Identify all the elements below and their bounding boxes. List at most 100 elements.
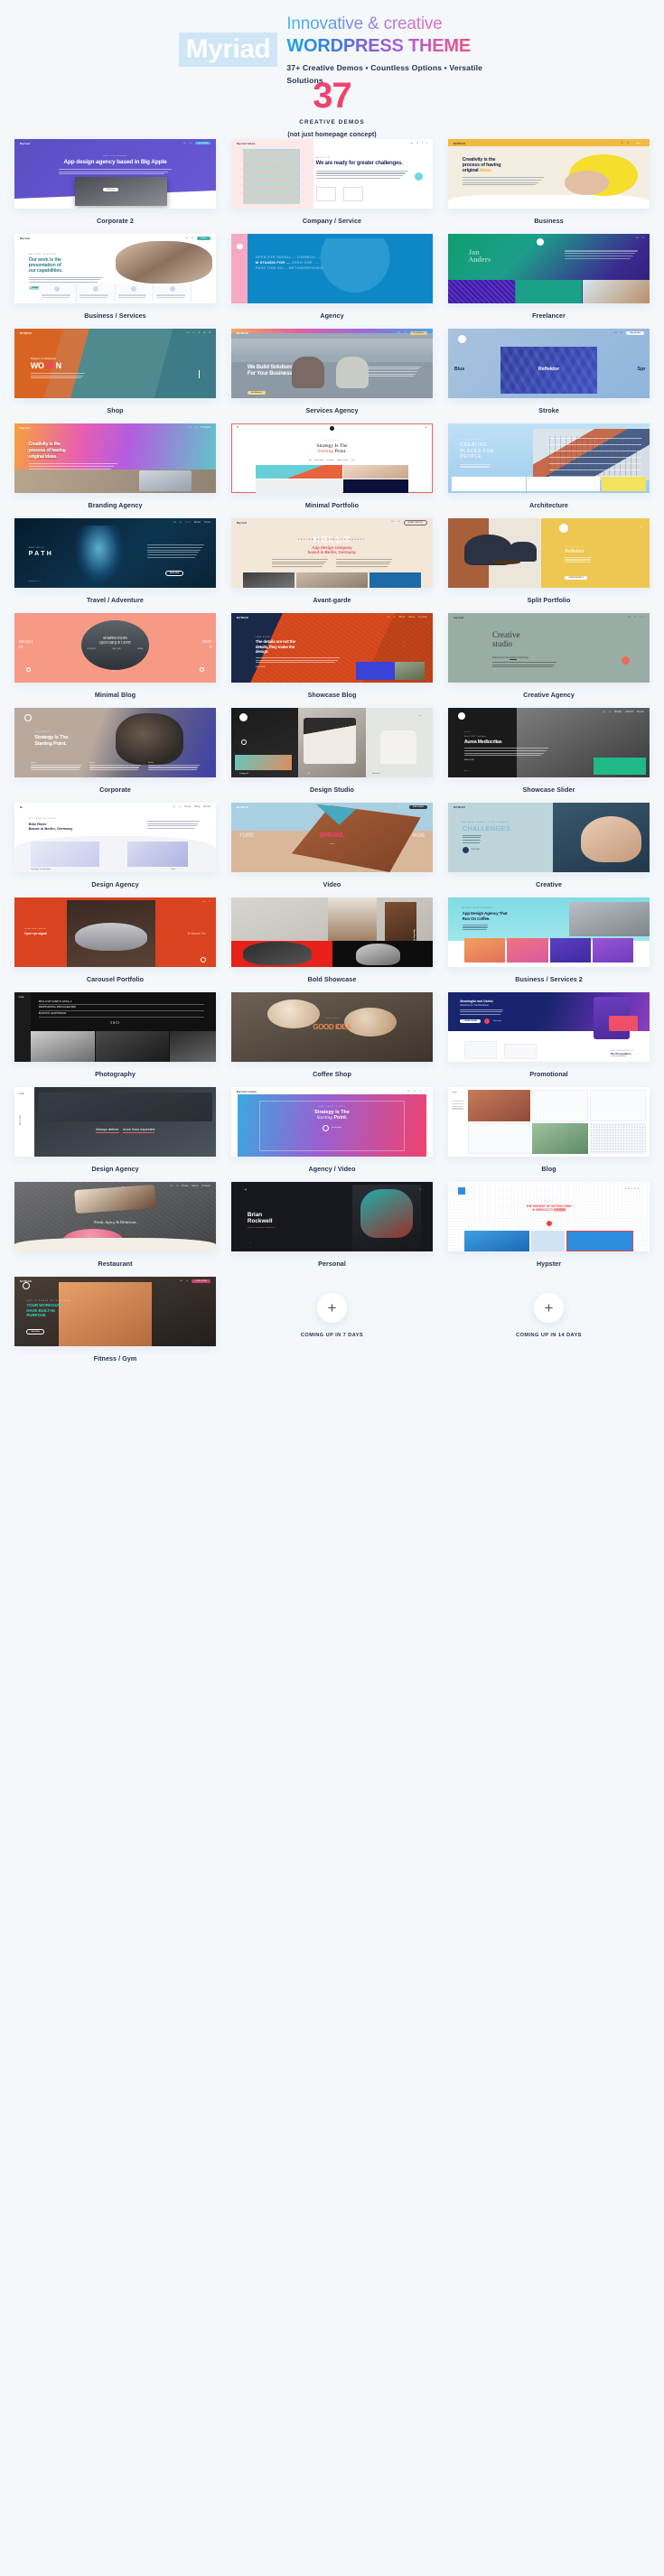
demo-thumbnail[interactable]: ••• •• Blog About Tours WHAT WE DO PATH EXPL… (14, 518, 216, 588)
demo-card[interactable]: MYRIAD ••• •• Purchase We Build Solutions Fo… (231, 321, 433, 415)
demo-thumbnail[interactable]: Meaningful and Useful Solutions for Your… (448, 992, 650, 1062)
demo-card[interactable]: Myriad ••• •• Get Now BEST EXPERIENCE App d… (14, 131, 216, 226)
demo-label: Agency / Video (308, 1165, 356, 1173)
demo-card[interactable]: MYRIAD ••• •• Work About Contact CASE STUDY T… (231, 605, 433, 700)
demo-label: Business (534, 217, 564, 225)
demo-card[interactable]: ••• •• f in FOR YOUR HOME CREATING PLACES FO… (448, 415, 650, 510)
demo-preview: Open Eye Signal (231, 897, 433, 967)
demo-card[interactable]: Coffee is always a GOOD IDEA Coffee Shop (231, 984, 433, 1079)
demo-thumbnail[interactable]: OPEN EYE SIGNAL.... CARIBOU .... M STAND… (231, 234, 433, 303)
demo-card[interactable]: ••• Category 01 02 Interior 03 Design Stu… (231, 700, 433, 795)
demo-card[interactable]: ••• •• Jon Anders Freelancer (448, 226, 650, 321)
demo-thumbnail[interactable]: M ••• •• Home Blog Works FOR CREATIVE PEOPLE … (14, 803, 216, 872)
demo-card[interactable]: MYRIAD SCROLL DOWN Always deliver more t… (14, 1079, 216, 1174)
demo-thumbnail[interactable]: WE ARE CREATIVE AGENCY App Design Agency… (448, 897, 650, 967)
demo-thumbnail[interactable]: MYRIAD ••• •• JOIN NOW GET IN SHAPE WITH MY… (14, 1277, 216, 1346)
demo-card[interactable]: ••• •• PROJECT NO.01 / PORTFOLIO Open eye… (14, 889, 216, 984)
demo-thumbnail[interactable]: Coffee is always a GOOD IDEA (231, 992, 433, 1062)
demo-preview: Myriad studio ••• •• 🛒 ≡ OUR CASE STUDY Stra… (231, 1087, 433, 1157)
demo-label: Travel / Adventure (87, 596, 144, 604)
demo-thumbnail[interactable]: ••• •• WORK ABOUT BLOG NEWS March 22, 2018 T… (448, 708, 650, 777)
demo-thumbnail[interactable]: Myriad ••• •• WHAT WE DO HELLO DESIGN AND S… (231, 518, 433, 588)
demo-preview: MYRIAD ••• •• WE ARE READY FOR CREATE CHAL… (448, 803, 650, 872)
demo-thumbnail[interactable]: ••• •• Say Hello Blue Reflektor Spr (448, 329, 650, 398)
demo-card[interactable]: ••• •• Say Hello Blue Reflektor Spr Stroke (448, 321, 650, 415)
demo-thumbnail[interactable]: F A C E B ABOUT THE HIGHEST OF DISTINCTI… (448, 1182, 650, 1251)
demo-card[interactable]: MYRIAD ••• •• WE ARE READY FOR CREATE CHAL… (448, 795, 650, 889)
demo-thumbnail[interactable]: MYRIAD HELLO MY NAME IS ANNA, A PROFESSI… (14, 992, 216, 1062)
demo-thumbnail[interactable]: myriad (448, 1087, 650, 1157)
demo-thumbnail[interactable]: ••• •• f in FOR YOUR HOME CREATING PLACES FO… (448, 423, 650, 493)
demo-card[interactable]: WE ARE CREATIVE AGENCY App Design Agency… (448, 889, 650, 984)
demo-preview: F A C E B ABOUT THE HIGHEST OF DISTINCTI… (448, 1182, 650, 1251)
demo-label: Branding Agency (88, 501, 143, 509)
demo-preview: MYRIAD HELLO MY NAME IS ANNA, A PROFESSI… (14, 992, 216, 1062)
demo-card[interactable]: MYRIAD ••• •• Buy Creativity is the process … (448, 131, 650, 226)
demo-label: Agency (320, 312, 344, 320)
demo-preview: ••• Category 01 02 Interior 03 (231, 708, 433, 777)
demo-preview: Meaningful and Useful Solutions for Your… (448, 992, 650, 1062)
coming-soon-cell[interactable]: + COMING UP IN 14 DAYS (448, 1269, 650, 1363)
demo-card[interactable]: MYRIAD ••• •• A Q 0 Elegance is elimination W… (14, 321, 216, 415)
demo-label: Freelancer (532, 312, 566, 320)
demo-card[interactable]: SEMPER INOPS QUICUMQUE CUPIT PORTFOLIO MAY… (14, 605, 216, 700)
demo-thumbnail[interactable]: MYRIAD ••• •• Purchase We Build Solutions Fo… (231, 329, 433, 398)
demo-card[interactable]: MYRIAD HELLO MY NAME IS ANNA, A PROFESSI… (14, 984, 216, 1079)
headline-line1: Innovative & creative (286, 14, 485, 34)
demo-thumbnail[interactable]: MYRIAD ••• •• EXPLORE TURE HOB SPRAWL VIDEO (231, 803, 433, 872)
demo-card[interactable]: ••• •• WORK ABOUT BLOG NEWS March 22, 2018 T… (448, 700, 650, 795)
demo-thumbnail[interactable]: Myriad ••• •• ☰ MENU Creativity is the proce… (14, 423, 216, 493)
add-demo-plus-icon[interactable]: + (534, 1293, 564, 1323)
demo-card[interactable]: OUR AGENCY Strategy Is The Starting Point… (14, 700, 216, 795)
demo-preview: ••• •• Say Hello Blue Reflektor Spr (448, 329, 650, 398)
demo-card[interactable]: Myriad studio ••• •• 🛒 ≡ OUR CASE STUDY Stra… (231, 1079, 433, 1174)
demo-thumbnail[interactable]: myriad ••• •• • • • Creative studio Experien… (448, 613, 650, 683)
counter-note: (not just homepage concept) (287, 132, 377, 138)
add-demo-plus-icon[interactable]: + (317, 1293, 347, 1323)
demo-preview: MYRIAD ••• •• Purchase We Build Solutions Fo… (231, 329, 433, 398)
demo-label: Minimal Blog (94, 691, 136, 699)
demo-label: Creative Agency (523, 691, 575, 699)
demo-card[interactable]: Meaningful and Useful Solutions for Your… (448, 984, 650, 1079)
demo-card[interactable]: MYRIAD ••• •• JOIN NOW GET IN SHAPE WITH MY… (14, 1269, 216, 1363)
demo-thumbnail[interactable]: SEMPER INOPS QUICUMQUE CUPIT PORTFOLIO MAY… (14, 613, 216, 683)
demo-label: Restaurant (98, 1260, 133, 1268)
demo-card[interactable]: MYRIAD ••• •• EXPLORE TURE HOB SPRAWL VIDEO… (231, 795, 433, 889)
demo-card[interactable]: Myriad Ideas ••• •• f t ABOUT US We are read… (231, 131, 433, 226)
demo-thumbnail[interactable]: Myriad ••• •• Get Now BEST EXPERIENCE App d… (14, 139, 216, 209)
demo-thumbnail[interactable]: ••• Category 01 02 Interior 03 (231, 708, 433, 777)
demo-thumbnail[interactable]: ••• •• PROJECT NO.01 / PORTFOLIO Open eye… (14, 897, 216, 967)
demo-thumbnail[interactable]: Myriad studio ••• •• 🛒 ≡ OUR CASE STUDY Stra… (231, 1087, 433, 1157)
demo-card[interactable]: ⌐ ▤ ≡ Brian Rockwell freelance web design… (231, 1174, 433, 1269)
demo-card[interactable]: myriad ••• •• • • • Creative studio Experien… (448, 605, 650, 700)
demo-thumbnail[interactable]: Open Eye Signal (231, 897, 433, 967)
demo-thumbnail[interactable]: MYRIAD ••• •• Buy Creativity is the process … (448, 139, 650, 209)
demo-thumbnail[interactable]: ••• •• Jon Anders (448, 234, 650, 303)
demo-card[interactable]: F A C E B ABOUT THE HIGHEST OF DISTINCTI… (448, 1174, 650, 1269)
demo-card[interactable]: M ••• •• Home Blog Works FOR CREATIVE PEOPLE … (14, 795, 216, 889)
demo-card[interactable]: Open Eye Signal Bold Showcase (231, 889, 433, 984)
demo-label: Company / Service (302, 217, 362, 225)
demo-thumbnail[interactable]: ⌐ ▤ ≡ Brian Rockwell freelance web design… (231, 1182, 433, 1251)
demo-thumbnail[interactable]: MYRIAD SCROLL DOWN Always deliver more t… (14, 1087, 216, 1157)
demo-thumbnail[interactable]: Myriad Ideas ••• •• f t ABOUT US We are read… (231, 139, 433, 209)
demo-card[interactable]: Myriad ••• •• ☰ MENU Creativity is the proce… (14, 415, 216, 510)
demo-thumbnail[interactable]: Myriad ••• •• Learn WELCOME TO MYRIAD Our w… (14, 234, 216, 303)
demo-thumbnail[interactable]: MYRIAD ••• •• A Q 0 Elegance is elimination W… (14, 329, 216, 398)
demo-card[interactable]: myriad Blog (448, 1079, 650, 1174)
demo-card[interactable]: Myriad ••• •• Learn WELCOME TO MYRIAD Our w… (14, 226, 216, 321)
demo-thumbnail[interactable]: OUR AGENCY Strategy Is The Starting Point… (14, 708, 216, 777)
demo-thumbnail[interactable]: × PROJECT NO.001 Reflektor VIEW PROJECT (448, 518, 650, 588)
demo-card[interactable]: ••• •• Blog About Tours WHAT WE DO PATH EXPL… (14, 510, 216, 605)
demo-card[interactable]: × PROJECT NO.001 Reflektor VIEW PROJECT S… (448, 510, 650, 605)
demo-card[interactable]: ☰ ••• PORTFOLIO Strategy Is The Starting P… (231, 415, 433, 510)
demo-card[interactable]: OPEN EYE SIGNAL.... CARIBOU .... M STAND… (231, 226, 433, 321)
demo-card[interactable]: ••• •• Home Menu Contact Fresh, Spicy & Deli… (14, 1174, 216, 1269)
demo-card[interactable]: Myriad ••• •• WHAT WE DO HELLO DESIGN AND S… (231, 510, 433, 605)
demo-thumbnail[interactable]: MYRIAD ••• •• Work About Contact CASE STUDY T… (231, 613, 433, 683)
demo-thumbnail[interactable]: ••• •• Home Menu Contact Fresh, Spicy & Deli… (14, 1182, 216, 1251)
demo-thumbnail[interactable]: MYRIAD ••• •• WE ARE READY FOR CREATE CHAL… (448, 803, 650, 872)
demo-thumbnail[interactable]: ☰ ••• PORTFOLIO Strategy Is The Starting P… (231, 423, 433, 493)
coming-soon-cell[interactable]: + COMING UP IN 7 DAYS (231, 1269, 433, 1363)
demo-preview: Myriad ••• •• Get Now BEST EXPERIENCE App d… (14, 139, 216, 209)
